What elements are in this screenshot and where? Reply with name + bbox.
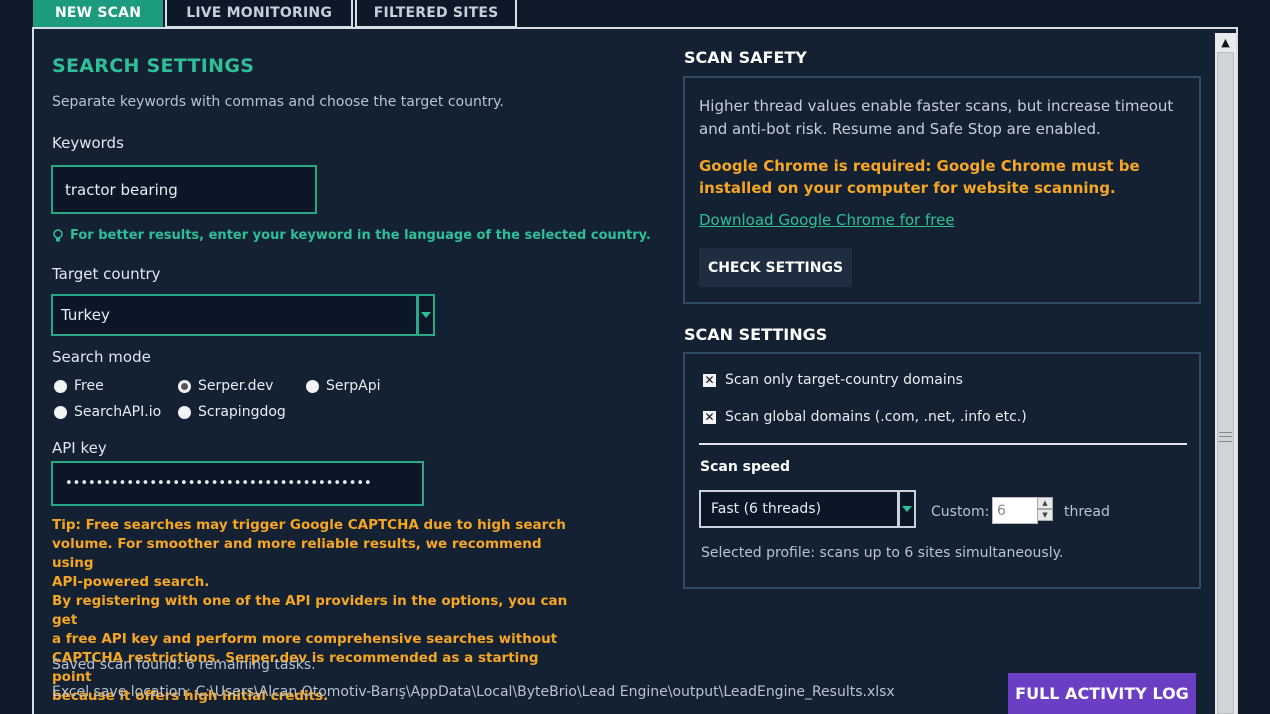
country-label: Target country [52, 265, 161, 283]
scrollbar-thumb[interactable] [1217, 52, 1234, 714]
scan-safety-title: SCAN SAFETY [684, 48, 807, 67]
saved-scan-status: Saved scan found: 6 remaining tasks. [52, 657, 316, 673]
mode-radio-serper[interactable]: Serper.dev [178, 378, 273, 394]
radio-icon [54, 405, 67, 419]
chevron-down-icon [421, 312, 431, 318]
tab-filtered-sites[interactable]: FILTERED SITES [355, 0, 518, 28]
global-domains-checkbox[interactable]: ✕ Scan global domains (.com, .net, .info … [703, 409, 1027, 425]
api-key-input[interactable]: •••••••••••••••••••••••••••••••••••••••• [51, 461, 424, 506]
custom-thread-input[interactable]: 6 [992, 497, 1038, 524]
target-country-domains-checkbox[interactable]: ✕ Scan only target-country domains [703, 372, 963, 388]
radio-selected-icon [178, 379, 191, 393]
radio-icon [178, 405, 191, 419]
profile-description: Selected profile: scans up to 6 sites si… [701, 545, 1064, 561]
scrollbar-grip-icon [1219, 432, 1232, 442]
excel-location: Excel save location: C:\Users\Alcan Otom… [52, 684, 895, 700]
mode-radio-searchapi[interactable]: SearchAPI.io [54, 404, 161, 420]
custom-label: Custom: [931, 504, 990, 520]
excel-path: C:\Users\Alcan Otomotiv-Barış\AppData\Lo… [195, 684, 895, 700]
thread-label: thread [1064, 504, 1110, 520]
safety-description: Higher thread values enable faster scans… [699, 97, 1174, 138]
check-settings-button[interactable]: CHECK SETTINGS [699, 248, 852, 287]
keyword-hint-text: For better results, enter your keyword i… [70, 228, 651, 243]
mode-radio-free[interactable]: Free [54, 378, 104, 394]
download-chrome-link[interactable]: Download Google Chrome for free [699, 211, 955, 229]
country-select[interactable]: Turkey [51, 294, 418, 336]
search-settings-title: SEARCH SETTINGS [52, 55, 255, 77]
tab-live-monitoring[interactable]: LIVE MONITORING [165, 0, 354, 28]
mode-radio-scrapingdog[interactable]: Scrapingdog [178, 404, 286, 420]
api-key-label: API key [52, 439, 107, 457]
radio-icon [54, 379, 67, 393]
keywords-label: Keywords [52, 134, 124, 152]
chrome-requirement: Google Chrome is required: Google Chrome… [699, 157, 1140, 197]
country-dropdown-button[interactable] [417, 294, 435, 336]
settings-divider [699, 443, 1187, 445]
lightbulb-icon [53, 228, 63, 241]
scan-speed-select[interactable]: Fast (6 threads) [699, 490, 899, 528]
api-tip: Tip: Free searches may trigger Google CA… [52, 517, 568, 704]
full-activity-log-button[interactable]: FULL ACTIVITY LOG [1008, 673, 1196, 714]
scan-speed-label: Scan speed [700, 459, 791, 475]
scroll-up-arrow-icon[interactable]: ▲ [1217, 34, 1234, 51]
search-mode-label: Search mode [52, 348, 151, 366]
search-settings-subtitle: Separate keywords with commas and choose… [52, 94, 504, 110]
chevron-down-icon [902, 506, 912, 512]
scan-settings-title: SCAN SETTINGS [684, 325, 828, 344]
keyword-hint: For better results, enter your keyword i… [52, 228, 651, 243]
scan-speed-dropdown-button[interactable] [898, 490, 916, 528]
checkbox-checked-icon: ✕ [703, 372, 716, 387]
tab-bar: NEW SCAN LIVE MONITORING FILTERED SITES [33, 0, 519, 28]
stepper-up-icon[interactable]: ▲ [1037, 497, 1053, 509]
checkbox-checked-icon: ✕ [703, 409, 716, 424]
custom-thread-stepper[interactable]: ▲ ▼ [1037, 497, 1053, 521]
keywords-input[interactable]: tractor bearing [51, 165, 317, 214]
stepper-down-icon[interactable]: ▼ [1037, 509, 1053, 521]
mode-radio-serpapi[interactable]: SerpApi [306, 378, 381, 394]
tab-new-scan[interactable]: NEW SCAN [33, 0, 164, 28]
radio-icon [306, 379, 319, 393]
